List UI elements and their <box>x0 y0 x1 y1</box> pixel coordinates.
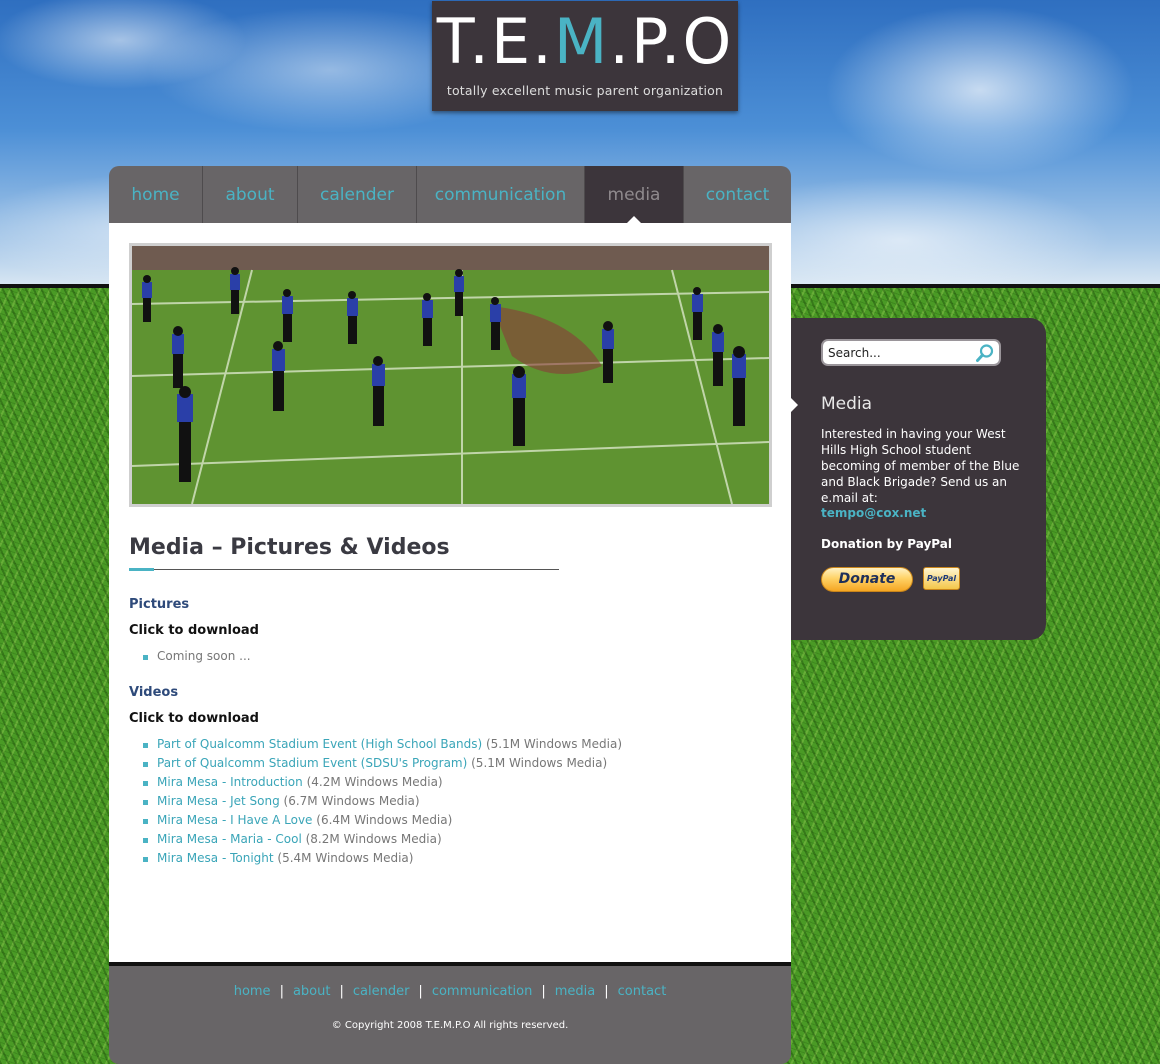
footer-links: home | about | calender | communication | media |… <box>109 984 791 999</box>
video-link[interactable]: Part of Qualcomm Stadium Event (SDSU's P… <box>157 756 467 770</box>
list-item: Mira Mesa - Tonight (5.4M Windows Media) <box>143 849 622 868</box>
donate-button[interactable]: Donate <box>821 567 913 592</box>
search-icon[interactable] <box>975 343 995 363</box>
video-info: (4.2M Windows Media) <box>302 775 443 789</box>
footer-separator: | <box>604 984 609 999</box>
contact-email-link[interactable]: tempo@cox.net <box>821 506 926 520</box>
title-underline <box>129 569 559 570</box>
list-item: Mira Mesa - Introduction (4.2M Windows M… <box>143 773 622 792</box>
title-underline-accent <box>129 568 154 571</box>
video-info: (5.1M Windows Media) <box>482 737 623 751</box>
logo-letter-highlight: M <box>553 5 610 78</box>
video-link[interactable]: Mira Mesa - Jet Song <box>157 794 280 808</box>
list-item: Part of Qualcomm Stadium Event (High Sch… <box>143 735 622 754</box>
pictures-heading: Pictures <box>129 597 190 612</box>
logo-tagline: totally excellent music parent organizat… <box>446 83 724 98</box>
paypal-logo-icon: PayPal <box>923 567 960 590</box>
list-item: Coming soon ... <box>143 647 251 666</box>
video-link[interactable]: Mira Mesa - Maria - Cool <box>157 832 302 846</box>
list-item: Mira Mesa - Jet Song (6.7M Windows Media… <box>143 792 622 811</box>
footer-link-contact[interactable]: contact <box>618 984 667 999</box>
page-title: Media – Pictures & Videos <box>129 535 450 560</box>
video-link[interactable]: Mira Mesa - I Have A Love <box>157 813 312 827</box>
video-link[interactable]: Part of Qualcomm Stadium Event (High Sch… <box>157 737 482 751</box>
search-box <box>821 339 1001 366</box>
list-item: Part of Qualcomm Stadium Event (SDSU's P… <box>143 754 622 773</box>
footer-link-media[interactable]: media <box>555 984 596 999</box>
search-input[interactable] <box>828 344 968 362</box>
logo-letters-pre: T.E. <box>436 5 554 78</box>
footer-separator: | <box>279 984 284 999</box>
nav-tab-communication[interactable]: communication <box>417 166 585 223</box>
footer-separator: | <box>339 984 344 999</box>
main-nav: home about calender communication media … <box>109 166 791 224</box>
footer-separator: | <box>418 984 423 999</box>
videos-list: Part of Qualcomm Stadium Event (High Sch… <box>143 735 622 868</box>
footer: home | about | calender | communication | media |… <box>109 966 791 1064</box>
pictures-list: Coming soon ... <box>143 647 251 666</box>
nav-tab-about[interactable]: about <box>203 166 298 223</box>
sidebar-text: Interested in having your West Hills Hig… <box>821 427 1020 505</box>
videos-subheading: Click to download <box>129 711 259 726</box>
video-info: (5.1M Windows Media) <box>467 756 608 770</box>
video-link[interactable]: Mira Mesa - Introduction <box>157 775 303 789</box>
nav-tab-contact[interactable]: contact <box>684 166 791 223</box>
logo-letters-post: .P.O <box>609 5 734 78</box>
nav-tab-media[interactable]: media <box>585 166 684 224</box>
marching-band-photo <box>129 243 772 507</box>
pictures-subheading: Click to download <box>129 623 259 638</box>
footer-separator: | <box>541 984 546 999</box>
copyright-text: © Copyright 2008 T.E.M.P.O All rights re… <box>331 1020 569 1031</box>
list-item: Mira Mesa - Maria - Cool (8.2M Windows M… <box>143 830 622 849</box>
video-info: (5.4M Windows Media) <box>273 851 414 865</box>
footer-link-about[interactable]: about <box>293 984 331 999</box>
logo-wordmark: T.E.M.P.O <box>432 7 738 77</box>
sidebar-heading: Media <box>821 394 873 414</box>
footer-link-communication[interactable]: communication <box>432 984 533 999</box>
main-content: Media – Pictures & Videos Pictures Click… <box>109 223 791 963</box>
footer-link-home[interactable]: home <box>234 984 271 999</box>
videos-heading: Videos <box>129 685 179 700</box>
list-item: Mira Mesa - I Have A Love (6.4M Windows … <box>143 811 622 830</box>
video-info: (6.4M Windows Media) <box>312 813 453 827</box>
sidebar: Media Interested in having your West Hil… <box>791 318 1046 640</box>
footer-link-calender[interactable]: calender <box>353 984 410 999</box>
video-link[interactable]: Mira Mesa - Tonight <box>157 851 274 865</box>
video-info: (6.7M Windows Media) <box>279 794 420 808</box>
video-info: (8.2M Windows Media) <box>301 832 442 846</box>
donation-heading: Donation by PayPal <box>821 537 952 551</box>
nav-tab-home[interactable]: home <box>109 166 203 223</box>
site-logo[interactable]: T.E.M.P.O totally excellent music parent… <box>432 1 738 111</box>
marching-band-illustration <box>132 246 769 504</box>
nav-tab-calender[interactable]: calender <box>298 166 417 223</box>
